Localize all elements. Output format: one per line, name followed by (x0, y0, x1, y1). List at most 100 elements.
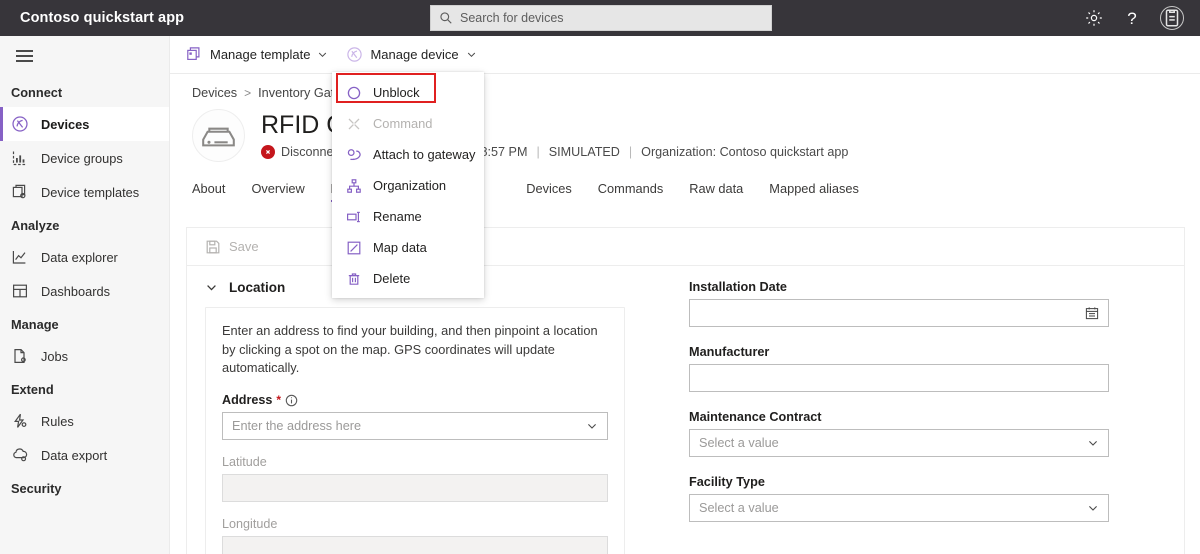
tab-raw-data[interactable]: Raw data (689, 181, 743, 202)
meta-separator: | (628, 145, 633, 160)
properties-column: Installation Date Manufacturer Maintenan… (657, 280, 1127, 554)
facility-type-value: Select a value (699, 501, 779, 515)
sidebar-item-dashboards[interactable]: Dashboards (0, 274, 169, 308)
device-organization: Organization: Contoso quickstart app (641, 145, 849, 160)
sidebar-item-device-templates[interactable]: Device templates (0, 175, 169, 209)
chevron-down-icon (317, 49, 328, 60)
menu-item-organization[interactable]: Organization (332, 170, 484, 201)
latitude-label: Latitude (222, 455, 267, 470)
menu-item-attach-to-gateway[interactable]: Attach to gateway (332, 139, 484, 170)
sidebar-item-data-explorer[interactable]: Data explorer (0, 240, 169, 274)
location-infobox: Enter an address to find your building, … (205, 307, 625, 554)
menu-item-label: Rename (373, 209, 422, 224)
gear-icon[interactable] (1084, 8, 1104, 28)
address-label: Address * (222, 393, 608, 407)
address-label-text: Address (222, 393, 273, 408)
menu-item-label: Unblock (373, 85, 420, 100)
maintenance-contract-label: Maintenance Contract (689, 410, 822, 424)
chevron-down-icon (205, 281, 218, 294)
hamburger-icon[interactable] (0, 36, 48, 76)
meta-separator: | (536, 145, 540, 160)
installation-date-field-group: Installation Date (689, 280, 1109, 327)
sidebar-item-jobs[interactable]: Jobs (0, 339, 169, 373)
top-bar: Contoso quickstart app Search for device… (0, 0, 1200, 36)
search-icon (439, 11, 453, 25)
sidebar-item-data-export[interactable]: Data export (0, 438, 169, 472)
sidebar-item-rules[interactable]: Rules (0, 404, 169, 438)
save-button[interactable]: Save (205, 239, 259, 255)
save-label: Save (229, 239, 259, 254)
menu-item-label: Command (373, 116, 433, 131)
breadcrumb-root[interactable]: Devices (192, 86, 237, 100)
unblock-circle-icon (346, 85, 362, 101)
sidebar-item-device-groups[interactable]: Device groups (0, 141, 169, 175)
sidebar-group-security: Security (11, 481, 62, 496)
menu-item-delete[interactable]: Delete (332, 263, 484, 294)
info-icon[interactable] (285, 394, 298, 407)
sidebar-item-label: Rules (41, 413, 74, 429)
manage-template-button[interactable]: Manage template (186, 46, 328, 63)
tab-commands[interactable]: Commands (598, 181, 663, 202)
menu-item-command: Command (332, 108, 484, 139)
longitude-label: Longitude (222, 517, 278, 532)
installation-date-input[interactable] (689, 299, 1109, 327)
device-simulated-flag: SIMULATED (548, 145, 620, 160)
menu-item-rename[interactable]: Rename (332, 201, 484, 232)
manufacturer-input[interactable] (689, 364, 1109, 392)
sidebar-item-label: Device groups (41, 150, 123, 166)
longitude-field-group: Longitude (222, 517, 608, 554)
rename-icon (346, 209, 362, 225)
avatar[interactable] (1160, 6, 1184, 30)
tab-devices[interactable]: Devices (526, 181, 572, 202)
maintenance-contract-value: Select a value (699, 436, 779, 450)
sidebar-group-connect: Connect (11, 85, 63, 100)
map-data-icon (346, 240, 362, 256)
installation-date-label: Installation Date (689, 280, 787, 294)
command-bar: Manage template Manage device (170, 36, 1200, 74)
sidebar-group-manage: Manage (11, 317, 59, 332)
sidebar-item-devices[interactable]: Devices (0, 107, 169, 141)
attach-gateway-icon (346, 147, 362, 163)
menu-item-unblock[interactable]: Unblock (332, 77, 484, 108)
menu-item-label: Organization (373, 178, 447, 193)
sidebar-group-analyze: Analyze (11, 218, 60, 233)
manufacturer-field-group: Manufacturer (689, 345, 1109, 392)
rules-icon (11, 412, 29, 430)
facility-type-field-group: Facility Type Select a value (689, 475, 1109, 522)
calendar-icon[interactable] (1085, 306, 1099, 320)
help-icon[interactable]: ? (1122, 8, 1142, 28)
jobs-icon (11, 347, 29, 365)
status-badge: Disconne (281, 145, 334, 160)
maintenance-contract-select[interactable]: Select a value (689, 429, 1109, 457)
tab-overview[interactable]: Overview (251, 181, 304, 202)
manage-device-icon (346, 46, 363, 63)
tab-about[interactable]: About (192, 181, 225, 202)
address-placeholder: Enter the address here (232, 419, 362, 434)
facility-type-select[interactable]: Select a value (689, 494, 1109, 522)
chevron-down-icon (586, 420, 598, 432)
section-title: Location (229, 280, 286, 295)
manage-device-menu[interactable]: Unblock Command Attach to gateway Organi… (332, 72, 484, 298)
delete-trash-icon (346, 271, 362, 287)
organization-icon (346, 178, 362, 194)
location-column: Location Enter an address to find your b… (187, 280, 657, 554)
topbar-icon-group: ? (1084, 0, 1188, 36)
address-field-group: Address * Enter the address here (222, 393, 608, 441)
chevron-down-icon (1087, 502, 1099, 514)
tab-mapped-aliases[interactable]: Mapped aliases (769, 181, 859, 202)
sidebar-item-label: Device templates (41, 184, 140, 200)
maintenance-contract-field-group: Maintenance Contract Select a value (689, 410, 1109, 457)
menu-item-label: Map data (373, 240, 427, 255)
required-asterisk: * (276, 393, 282, 408)
app-brand-title: Contoso quickstart app (20, 10, 185, 26)
address-input[interactable]: Enter the address here (222, 412, 608, 441)
menu-item-map-data[interactable]: Map data (332, 232, 484, 263)
manage-device-label: Manage device (370, 47, 459, 62)
longitude-input (222, 536, 608, 554)
devices-icon (11, 115, 29, 133)
chevron-down-icon (466, 49, 477, 60)
sidebar-group-extend: Extend (11, 382, 54, 397)
search-input[interactable]: Search for devices (430, 5, 772, 31)
sidebar-item-label: Dashboards (41, 283, 111, 299)
manage-device-button[interactable]: Manage device (346, 46, 476, 63)
